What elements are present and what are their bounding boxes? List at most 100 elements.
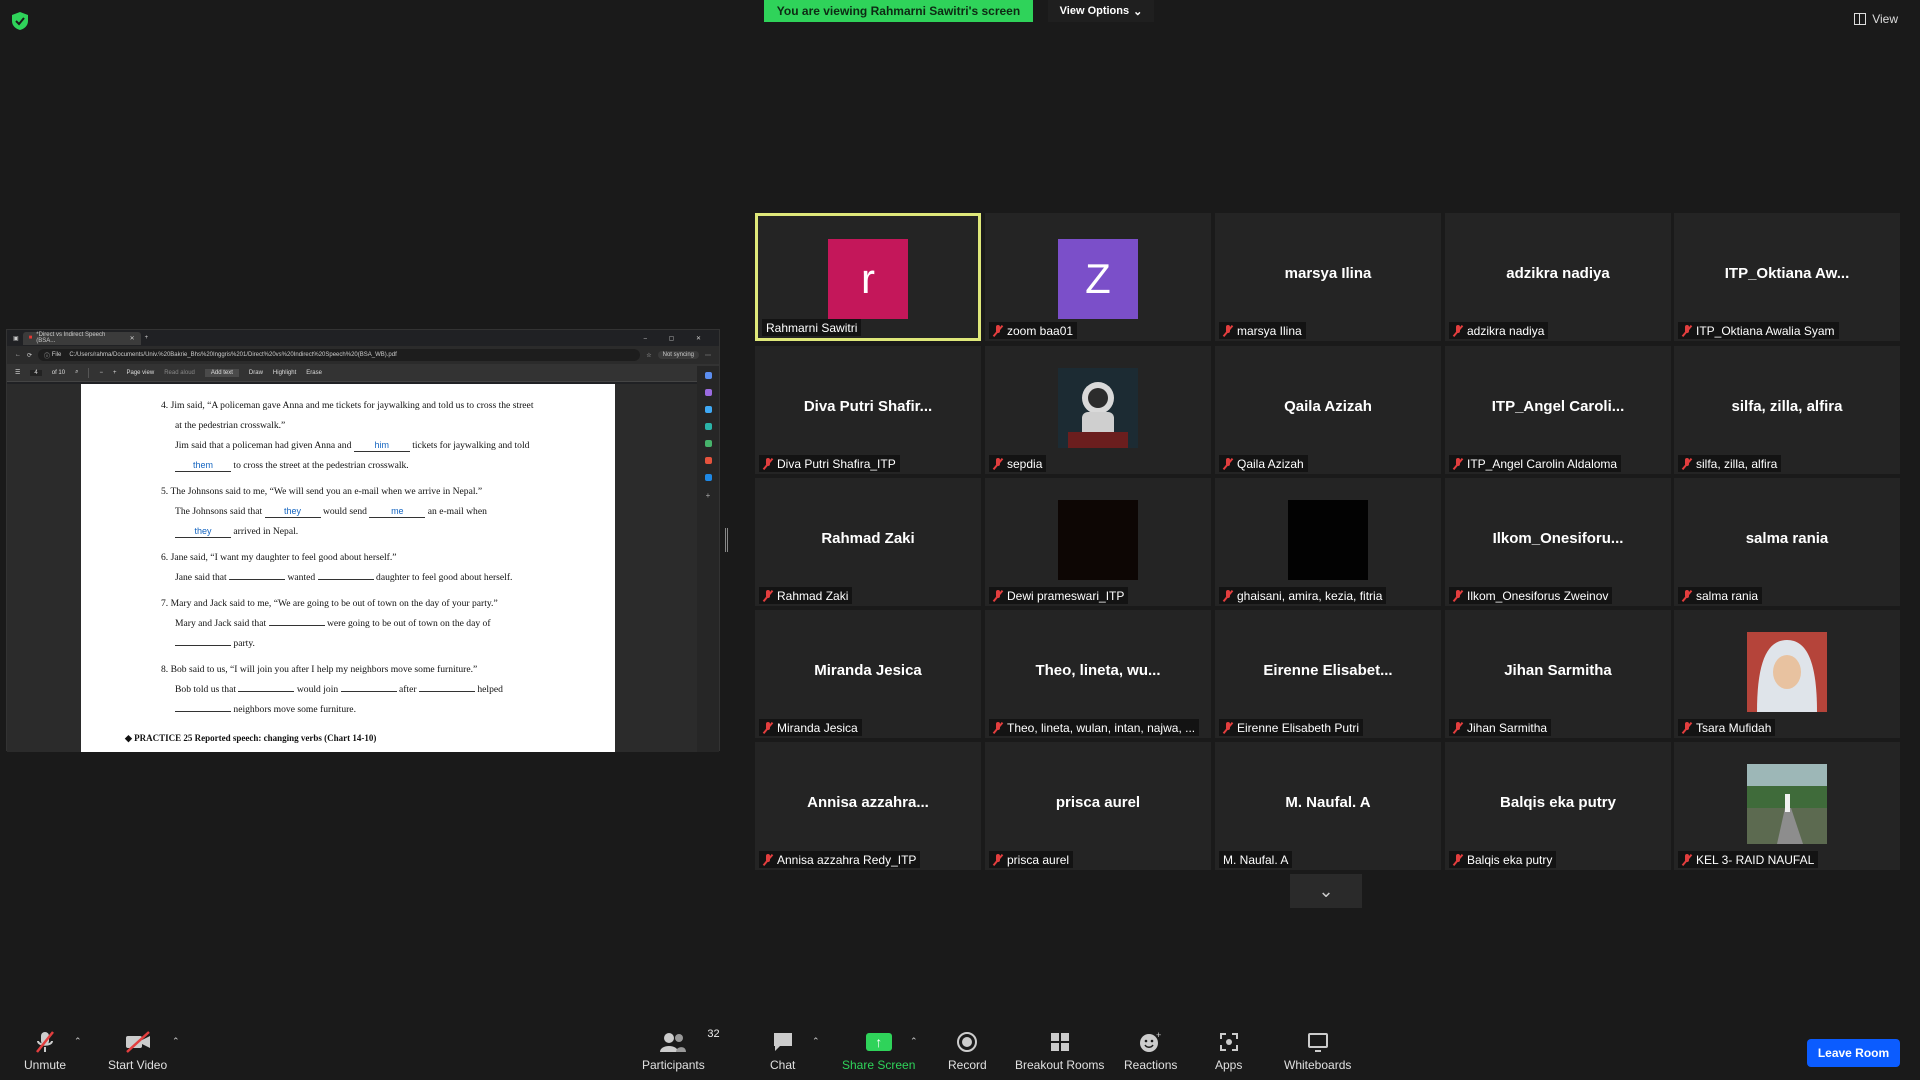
reactions-button[interactable]: + Reactions (1124, 1030, 1177, 1072)
participant-tile[interactable]: Ilkom_Onesiforu... Ilkom_Onesiforus Zwein… (1445, 478, 1671, 606)
chat-options-chevron-icon[interactable]: ⌃ (812, 1036, 820, 1047)
tool-erase[interactable]: Erase (306, 370, 322, 376)
drop-icon[interactable] (704, 474, 712, 481)
answer-blank[interactable]: him (353, 440, 410, 452)
refresh-icon[interactable]: ⟳ (27, 352, 32, 359)
find-icon[interactable]: ⌕ (75, 369, 78, 376)
leave-room-button[interactable]: Leave Room (1807, 1039, 1900, 1067)
participant-tile[interactable]: Rahmad Zaki Rahmad Zaki (755, 478, 981, 606)
unmute-button[interactable]: Unmute (24, 1030, 66, 1072)
tool-draw[interactable]: Draw (249, 370, 263, 376)
answer-blank[interactable] (268, 614, 325, 626)
participants-button[interactable]: 32 Participants (642, 1028, 720, 1072)
tool-highlight[interactable]: Highlight (273, 370, 296, 376)
participant-tile[interactable]: silfa, zilla, alfira silfa, zilla, alfira (1674, 346, 1900, 474)
close-tab-icon[interactable]: ✕ (130, 335, 135, 342)
tools-icon[interactable] (704, 406, 712, 413)
browser-tab[interactable]: ■ *Direct vs Indirect Speech (BSA... ✕ (22, 331, 141, 345)
answer-blank[interactable] (175, 700, 231, 712)
tool-read-aloud[interactable]: Read aloud (164, 370, 195, 376)
url-field[interactable]: ⓘ File C:/Users/rahma/Documents/Univ.%20… (38, 349, 641, 361)
more-icon[interactable]: ⋯ (705, 352, 711, 359)
participant-tile[interactable]: M. Naufal. A M. Naufal. A (1215, 742, 1441, 870)
answer-blank[interactable]: them (175, 460, 231, 472)
participant-tile[interactable]: prisca aurel prisca aurel (985, 742, 1211, 870)
participant-name-label: salma rania (1678, 587, 1763, 604)
participant-tile[interactable]: Qaila Azizah Qaila Azizah (1215, 346, 1441, 474)
participant-tile[interactable]: Diva Putri Shafir... Diva Putri Shafira_I… (755, 346, 981, 474)
view-button[interactable]: View (1854, 12, 1898, 26)
participant-tile[interactable]: ghaisani, amira, kezia, fitria (1215, 478, 1441, 606)
participant-tile[interactable]: Miranda Jesica Miranda Jesica (755, 610, 981, 738)
answer-blank[interactable]: they (264, 506, 321, 518)
participant-name: Annisa azzahra Redy_ITP (777, 852, 917, 867)
tool-add-text[interactable]: Add text (204, 368, 239, 377)
participant-tile[interactable]: r Rahmarni Sawitri (755, 213, 981, 341)
share-options-chevron-icon[interactable]: ⌃ (910, 1036, 918, 1047)
participant-tile[interactable]: sepdia (985, 346, 1211, 474)
favorite-icon[interactable]: ☆ (646, 352, 651, 359)
tool-page-view[interactable]: Page view (127, 370, 155, 376)
pdf-viewer[interactable]: 4. Jim said, “A policeman gave Anna and … (7, 384, 697, 752)
record-button[interactable]: Record (948, 1030, 987, 1072)
participant-tile[interactable]: Zzoom baa01 (985, 213, 1211, 341)
whiteboards-button[interactable]: Whiteboards (1284, 1030, 1351, 1072)
back-icon[interactable]: ← (15, 352, 21, 358)
share-screen-button[interactable]: ↑ Share Screen (842, 1030, 915, 1072)
participant-tile[interactable]: Eirenne Elisabet... Eirenne Elisabeth Put… (1215, 610, 1441, 738)
participant-tile[interactable]: salma rania salma rania (1674, 478, 1900, 606)
not-syncing-button[interactable]: Not syncing (657, 351, 699, 359)
contents-icon[interactable]: ☰ (15, 369, 20, 376)
apps-icon (1218, 1030, 1240, 1054)
video-options-chevron-icon[interactable]: ⌃ (172, 1036, 180, 1047)
participant-display-name: Eirenne Elisabet... (1263, 662, 1393, 679)
tag-icon[interactable] (704, 389, 712, 396)
answer-blank[interactable] (238, 680, 295, 692)
participant-tile[interactable]: Jihan Sarmitha Jihan Sarmitha (1445, 610, 1671, 738)
zoom-in-icon[interactable]: + (113, 370, 117, 376)
games-icon[interactable] (704, 423, 712, 430)
page-number-field[interactable]: 4 (30, 369, 42, 376)
search-icon[interactable] (704, 372, 712, 379)
mic-muted-icon (763, 853, 773, 866)
answer-blank[interactable]: they (175, 526, 231, 538)
participant-tile[interactable]: Theo, lineta, wu... Theo, lineta, wulan, … (985, 610, 1211, 738)
office-icon[interactable] (704, 440, 712, 447)
answer-blank[interactable] (340, 680, 397, 692)
next-page-chevron-icon[interactable]: ⌄ (1290, 874, 1362, 908)
share-screen-icon: ↑ (865, 1030, 892, 1054)
zoom-out-icon[interactable]: − (99, 370, 103, 376)
split-resize-handle[interactable] (725, 528, 728, 552)
add-icon[interactable]: + (706, 491, 711, 500)
participant-tile[interactable]: KEL 3- RAID NAUFAL (1674, 742, 1900, 870)
participant-name-label: ITP_Oktiana Awalia Syam (1678, 322, 1839, 339)
apps-button[interactable]: Apps (1215, 1030, 1242, 1072)
answer-blank[interactable]: me (369, 506, 426, 518)
answer-blank[interactable] (229, 568, 286, 580)
pdf-page[interactable]: 4. Jim said, “A policeman gave Anna and … (81, 384, 615, 752)
security-shield-icon[interactable] (12, 12, 28, 30)
participant-tile[interactable]: ITP_Oktiana Aw... ITP_Oktiana Awalia Syam (1674, 213, 1900, 341)
window-controls-icon[interactable]: – ▢ ✕ (644, 335, 711, 342)
participant-tile[interactable]: ITP_Angel Caroli... ITP_Angel Carolin Ald… (1445, 346, 1671, 474)
participant-tile[interactable]: Dewi prameswari_ITP (985, 478, 1211, 606)
breakout-rooms-button[interactable]: Breakout Rooms (1015, 1030, 1104, 1072)
answer-blank[interactable] (418, 680, 475, 692)
start-video-button[interactable]: Start Video (108, 1030, 167, 1072)
chat-button[interactable]: Chat (770, 1030, 795, 1072)
answer-blank[interactable] (317, 568, 374, 580)
participant-tile[interactable]: adzikra nadiya adzikra nadiya (1445, 213, 1671, 341)
view-options-button[interactable]: View Options ⌄ (1048, 0, 1154, 22)
participant-tile[interactable]: Tsara Mufidah (1674, 610, 1900, 738)
participant-name: ITP_Angel Carolin Aldaloma (1467, 456, 1618, 471)
participant-tile[interactable]: Annisa azzahra... Annisa azzahra Redy_ITP (755, 742, 981, 870)
participant-tile[interactable]: Balqis eka putry Balqis eka putry (1445, 742, 1671, 870)
new-tab-icon[interactable]: + (145, 335, 149, 341)
tab-actions-icon[interactable]: ▣ (13, 335, 19, 342)
participant-tile[interactable]: marsya Ilina marsya Ilina (1215, 213, 1441, 341)
participant-display-name: Balqis eka putry (1500, 794, 1616, 811)
outlook-icon[interactable] (704, 457, 712, 464)
answer-blank[interactable] (175, 634, 231, 646)
shared-screen[interactable]: ▣ ■ *Direct vs Indirect Speech (BSA... ✕… (6, 329, 720, 752)
audio-options-chevron-icon[interactable]: ⌃ (74, 1036, 82, 1047)
